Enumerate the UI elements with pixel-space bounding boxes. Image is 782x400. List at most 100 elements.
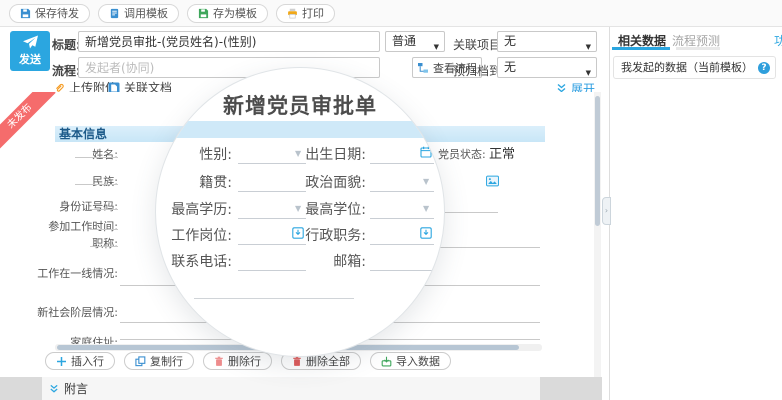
- save-draft-button[interactable]: 保存待发: [9, 4, 90, 23]
- field-label-new-social-stratum: 新社会阶层情况:: [28, 304, 118, 320]
- form-title: 新增党员审批单: [156, 90, 444, 120]
- paper-plane-icon: [22, 35, 39, 50]
- magnified-row-1: 性别: ▼ 出生日期:: [156, 144, 444, 166]
- save-template-icon: [198, 8, 209, 19]
- inactive-tab-underline: [676, 47, 720, 50]
- load-template-label: 调用模板: [124, 5, 168, 21]
- field-label-work-start-date: 参加工作时间:: [28, 218, 118, 234]
- insert-row-label: 插入行: [71, 353, 104, 369]
- priority-value: 普通: [392, 34, 416, 48]
- save-draft-label: 保存待发: [35, 5, 79, 21]
- job-title-input-line[interactable]: [90, 246, 118, 247]
- magnified-row-3: 最高学历: ▼ 最高学位: ▼: [156, 199, 444, 221]
- trash-all-icon: [292, 356, 302, 367]
- top-toolbar: 保存待发 调用模板 存为模板 打印: [0, 0, 782, 27]
- right-panel: 相关数据 流程预测 功 我发起的数据（当前模板） ?: [610, 27, 782, 400]
- email-label: 邮箱:: [268, 251, 366, 271]
- my-initiated-data-card[interactable]: 我发起的数据（当前模板） ?: [613, 56, 776, 79]
- row-actions-bar: 插入行 复制行 删除行 删除全部 导入数据: [45, 352, 451, 370]
- magnifier-circle: 新增党员审批单 性别: ▼ 出生日期: 籍贯: 政治面貌: ▼ 最高学历: ▼ …: [155, 67, 445, 357]
- name-input-line[interactable]: [75, 157, 118, 158]
- postscript-toggle[interactable]: 附言: [42, 377, 540, 400]
- id-number-input-line[interactable]: [90, 209, 118, 210]
- import-data-button[interactable]: 导入数据: [370, 352, 451, 370]
- political-status-label: 政治面貌:: [268, 172, 366, 192]
- dropdown-caret-icon[interactable]: ▼: [423, 177, 429, 186]
- party-status-value: 正常: [489, 143, 515, 162]
- load-template-button[interactable]: 调用模板: [98, 4, 179, 23]
- panel-collapse-handle[interactable]: ›: [602, 197, 611, 225]
- admin-position-label: 行政职务:: [268, 225, 366, 245]
- magnified-row-4: 工作岗位: 行政职务:: [156, 225, 444, 247]
- send-button-label: 发送: [19, 51, 41, 67]
- magnified-row-5: 联系电话: 邮箱:: [156, 251, 444, 273]
- highest-degree-select-line[interactable]: [370, 218, 434, 219]
- native-place-label: 籍贯:: [156, 172, 232, 192]
- phone-label: 联系电话:: [156, 251, 232, 271]
- save-template-label: 存为模板: [213, 5, 257, 21]
- magnified-field-line: [194, 298, 354, 299]
- save-draft-icon: [20, 8, 31, 19]
- delete-row-label: 删除行: [228, 353, 261, 369]
- birth-date-input-line[interactable]: [370, 163, 434, 164]
- print-label: 打印: [302, 5, 324, 21]
- print-button[interactable]: 打印: [276, 4, 335, 23]
- browse-icon[interactable]: [420, 227, 432, 239]
- save-template-button[interactable]: 存为模板: [187, 4, 268, 23]
- birth-date-label: 出生日期:: [268, 144, 366, 164]
- insert-row-button[interactable]: 插入行: [45, 352, 115, 370]
- basic-info-title: 基本信息: [59, 126, 107, 142]
- gender-label: 性别:: [156, 144, 232, 164]
- field-label-job-title: 职称:: [28, 235, 118, 251]
- send-button[interactable]: 发送: [10, 31, 50, 71]
- active-tab-underline: [612, 47, 670, 50]
- vertical-scrollbar-thumb[interactable]: [595, 96, 600, 226]
- postscript-label: 附言: [64, 380, 88, 397]
- archive-select[interactable]: 无 ▼: [497, 57, 597, 78]
- postscript-strip: 附言: [0, 377, 602, 400]
- party-status-label: 党员状态:: [438, 146, 486, 162]
- ethnicity-input-line[interactable]: [75, 184, 118, 185]
- photo-image-icon[interactable]: [486, 175, 499, 187]
- highest-education-label: 最高学历:: [156, 199, 232, 219]
- print-icon: [287, 8, 298, 19]
- flow-field-label: 流程:: [52, 62, 81, 79]
- double-chevron-down-icon: [49, 384, 59, 394]
- trash-icon: [214, 356, 224, 367]
- title-input[interactable]: [78, 31, 380, 52]
- photo-field-line[interactable]: [441, 212, 498, 213]
- work-start-date-input-line[interactable]: [90, 229, 118, 230]
- question-icon[interactable]: ?: [758, 62, 770, 74]
- highest-degree-label: 最高学位:: [268, 199, 366, 219]
- email-input-line[interactable]: [370, 270, 434, 271]
- copy-row-button[interactable]: 复制行: [124, 352, 194, 370]
- related-project-value: 无: [504, 34, 516, 48]
- field-label-frontline-work: 工作在一线情况:: [28, 265, 118, 281]
- import-data-label: 导入数据: [396, 353, 440, 369]
- priority-select[interactable]: 普通 ▼: [385, 31, 445, 52]
- unpublished-ribbon: 未发布: [0, 92, 56, 152]
- field-label-id-number: 身份证号码:: [28, 198, 118, 214]
- work-post-label: 工作岗位:: [156, 225, 232, 245]
- plus-icon: [56, 356, 67, 367]
- political-status-select-line[interactable]: [370, 191, 434, 192]
- calendar-icon[interactable]: [420, 146, 432, 158]
- tab-more[interactable]: 功: [774, 32, 782, 49]
- dropdown-caret-icon: ▼: [586, 38, 591, 57]
- vertical-scrollbar[interactable]: [594, 92, 601, 377]
- title-field-label: 标题:: [52, 36, 81, 53]
- magnified-row-2: 籍贯: 政治面貌: ▼: [156, 172, 444, 194]
- archive-value: 无: [504, 60, 516, 74]
- app-window: 保存待发 调用模板 存为模板 打印 发送 标题: 普通 ▼ 关联项目: 无 ▼ …: [0, 0, 782, 400]
- field-label-name: 姓名:: [28, 146, 118, 162]
- delete-row-button[interactable]: 删除行: [203, 352, 272, 370]
- magnified-section-bar: [156, 121, 444, 138]
- copy-row-label: 复制行: [150, 353, 183, 369]
- flow-chart-icon: [417, 62, 429, 74]
- copy-row-icon: [135, 356, 146, 367]
- related-project-select[interactable]: 无 ▼: [497, 31, 597, 52]
- dropdown-caret-icon[interactable]: ▼: [423, 204, 429, 213]
- admin-position-input-line[interactable]: [370, 244, 434, 245]
- import-data-icon: [381, 356, 392, 367]
- load-template-icon: [109, 8, 120, 19]
